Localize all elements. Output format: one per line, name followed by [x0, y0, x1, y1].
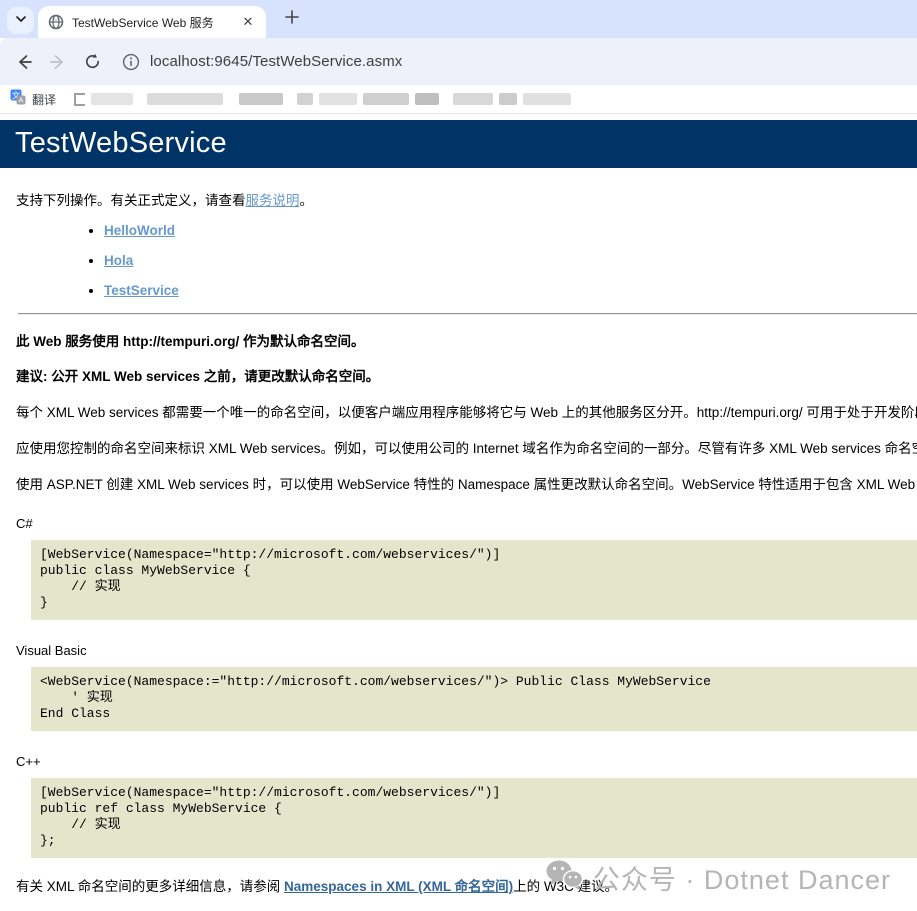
intro-suffix: 。 — [300, 193, 314, 208]
browser-toolbar: localhost:9645/TestWebService.asmx — [0, 38, 917, 85]
service-description-link[interactable]: 服务说明 — [246, 193, 300, 208]
address-bar[interactable]: localhost:9645/TestWebService.asmx — [122, 53, 402, 71]
plus-icon — [285, 10, 299, 29]
list-item: HelloWorld — [104, 223, 917, 238]
watermark-text: 公众号 · Dotnet Dancer — [593, 858, 891, 897]
paragraph-2: 应使用您控制的命名空间来标识 XML Web services。例如，可以使用公… — [16, 437, 917, 457]
reload-icon — [83, 52, 102, 71]
bookmark-folder-icon[interactable] — [74, 93, 85, 106]
code-block-vb: <WebService(Namespace:="http://microsoft… — [31, 667, 917, 731]
browser-tab[interactable]: TestWebService Web 服务 ✕ — [38, 6, 266, 38]
back-button[interactable] — [10, 48, 38, 76]
bookmark-translate-label: 翻译 — [32, 91, 56, 108]
wechat-icon — [545, 859, 583, 896]
list-item: TestService — [104, 283, 917, 298]
operation-link-helloworld[interactable]: HelloWorld — [104, 223, 175, 238]
tab-search-button[interactable] — [7, 7, 34, 34]
page-content: TestWebService 支持下列操作。有关正式定义，请查看服务说明。 He… — [0, 115, 917, 911]
page-title: TestWebService — [0, 120, 917, 168]
tab-title: TestWebService Web 服务 — [72, 14, 234, 31]
bookmark-translate[interactable]: 文A 翻译 — [10, 89, 56, 110]
redacted-bookmark[interactable] — [239, 93, 283, 105]
bookmarks-bar: 文A 翻译 — [0, 85, 917, 114]
code-lang-label-csharp: C# — [16, 516, 917, 531]
intro-line: 支持下列操作。有关正式定义，请查看服务说明。 — [16, 189, 917, 209]
new-tab-button[interactable] — [281, 9, 302, 30]
namespace-note-1: 此 Web 服务使用 http://tempuri.org/ 作为默认命名空间。 — [16, 330, 917, 350]
redacted-bookmark[interactable] — [499, 93, 517, 105]
code-lang-label-vb: Visual Basic — [16, 643, 917, 658]
divider — [18, 313, 917, 315]
tab-close-icon[interactable]: ✕ — [240, 14, 256, 30]
forward-arrow-icon — [48, 52, 68, 72]
redacted-bookmark[interactable] — [415, 93, 439, 105]
redacted-bookmark[interactable] — [523, 93, 571, 105]
namespaces-in-xml-link[interactable]: Namespaces in XML (XML 命名空间) — [284, 879, 513, 894]
redacted-bookmark[interactable] — [297, 93, 313, 105]
info-icon[interactable] — [122, 53, 140, 71]
code-block-csharp: [WebService(Namespace="http://microsoft.… — [31, 540, 917, 620]
browser-window: TestWebService Web 服务 ✕ localhost:9645/T… — [0, 0, 917, 911]
redacted-bookmark[interactable] — [91, 93, 133, 105]
operations-list: HelloWorld Hola TestService — [104, 223, 917, 298]
back-arrow-icon — [14, 52, 34, 72]
forward-button[interactable] — [44, 48, 72, 76]
footer-text: 有关 XML 命名空间的更多详细信息，请参阅 — [16, 879, 284, 894]
globe-icon — [48, 14, 64, 30]
reload-button[interactable] — [78, 48, 106, 76]
code-lang-label-cpp: C++ — [16, 754, 917, 769]
url-text[interactable]: localhost:9645/TestWebService.asmx — [150, 53, 402, 70]
code-block-cpp: [WebService(Namespace="http://microsoft.… — [31, 778, 917, 858]
paragraph-3: 使用 ASP.NET 创建 XML Web services 时，可以使用 We… — [16, 473, 917, 493]
operation-link-testservice[interactable]: TestService — [104, 283, 179, 298]
redacted-bookmark[interactable] — [319, 93, 357, 105]
paragraph-1: 每个 XML Web services 都需要一个唯一的命名空间，以便客户端应用… — [16, 401, 917, 421]
list-item: Hola — [104, 253, 917, 268]
watermark: 公众号 · Dotnet Dancer — [545, 858, 891, 897]
redacted-bookmark[interactable] — [363, 93, 409, 105]
namespace-note-2: 建议: 公开 XML Web services 之前，请更改默认命名空间。 — [16, 365, 917, 385]
tab-strip: TestWebService Web 服务 ✕ — [0, 0, 917, 38]
chevron-down-icon — [15, 12, 27, 30]
svg-text:A: A — [18, 95, 23, 104]
redacted-bookmark[interactable] — [147, 93, 223, 105]
redacted-bookmark[interactable] — [453, 93, 493, 105]
operation-link-hola[interactable]: Hola — [104, 253, 133, 268]
translate-icon: 文A — [10, 89, 26, 110]
intro-prefix: 支持下列操作。有关正式定义，请查看 — [16, 193, 246, 208]
